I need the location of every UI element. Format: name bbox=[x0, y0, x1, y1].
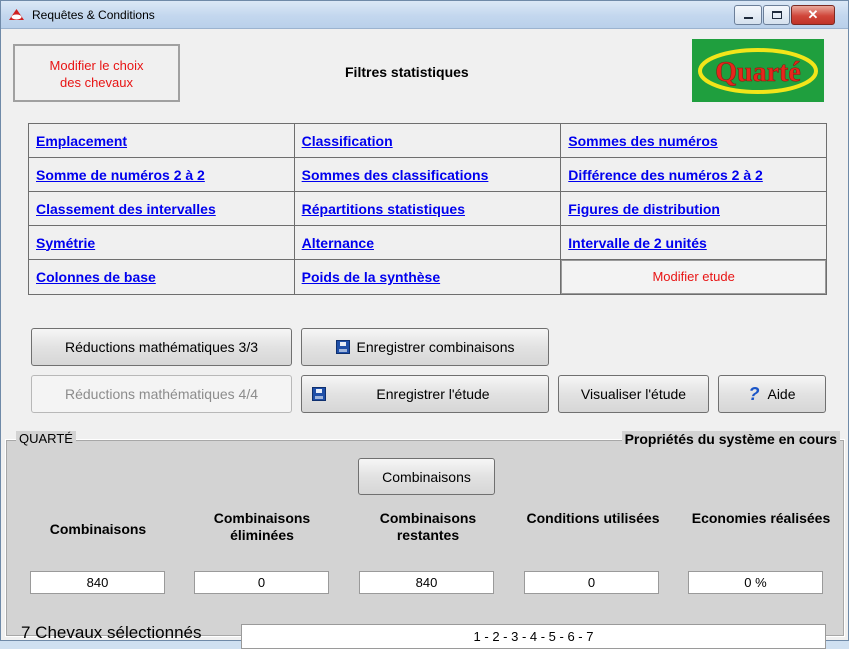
filter-cell: Somme de numéros 2 à 2 bbox=[28, 157, 295, 192]
link-difference-numeros-2-a-2[interactable]: Différence des numéros 2 à 2 bbox=[568, 167, 763, 183]
filter-cell: Différence des numéros 2 à 2 bbox=[560, 157, 827, 192]
stat-label-text: Combinaisons restantes bbox=[379, 510, 477, 543]
link-symetrie[interactable]: Symétrie bbox=[36, 235, 95, 251]
stat-label-text: Conditions utilisées bbox=[526, 510, 660, 526]
close-icon: ✕ bbox=[807, 7, 819, 22]
modifier-chevaux-line-2: des chevaux bbox=[60, 75, 133, 90]
link-sommes-classifications[interactable]: Sommes des classifications bbox=[302, 167, 489, 183]
filter-cell: Intervalle de 2 unités bbox=[560, 225, 827, 260]
link-intervalle-2-unites[interactable]: Intervalle de 2 unités bbox=[568, 235, 707, 251]
aide-label: Aide bbox=[767, 386, 796, 402]
stat-label-combinaisons: Combinaisons bbox=[49, 521, 147, 537]
maximize-button[interactable] bbox=[763, 5, 790, 25]
stat-label-economies: Economies réalisées bbox=[689, 510, 833, 527]
title-bar[interactable]: Requêtes & Conditions ✕ bbox=[1, 1, 848, 29]
window-title: Requêtes & Conditions bbox=[32, 8, 155, 22]
reductions-4-4-button[interactable]: Réductions mathématiques 4/4 bbox=[31, 375, 292, 413]
floppy-disk-icon bbox=[335, 340, 350, 354]
modifier-etude-button[interactable]: Modifier etude bbox=[561, 260, 826, 294]
filter-cell: Sommes des numéros bbox=[560, 123, 827, 158]
economies-value: 0 % bbox=[688, 571, 823, 594]
enregistrer-combinaisons-label: Enregistrer combinaisons bbox=[356, 339, 515, 355]
link-classification[interactable]: Classification bbox=[302, 133, 393, 149]
link-emplacement[interactable]: Emplacement bbox=[36, 133, 127, 149]
filter-cell: Colonnes de base bbox=[28, 259, 295, 295]
link-somme-numeros-2-a-2[interactable]: Somme de numéros 2 à 2 bbox=[36, 167, 205, 183]
chevaux-selectionnes-value: 1 - 2 - 3 - 4 - 5 - 6 - 7 bbox=[241, 624, 826, 649]
link-repartitions-statistiques[interactable]: Répartitions statistiques bbox=[302, 201, 465, 217]
stat-label-restantes: Combinaisons restantes bbox=[358, 510, 498, 544]
filter-row: Emplacement Classification Sommes des nu… bbox=[28, 123, 827, 158]
enregistrer-etude-label: Enregistrer l'étude bbox=[376, 386, 490, 402]
filter-row: Somme de numéros 2 à 2 Sommes des classi… bbox=[28, 157, 827, 192]
enregistrer-etude-button[interactable]: Enregistrer l'étude bbox=[301, 375, 549, 413]
filter-cell: Modifier etude bbox=[560, 259, 827, 295]
group-label-quarte: QUARTÉ bbox=[16, 431, 76, 446]
quarte-logo: Quarté bbox=[692, 39, 824, 102]
minimize-button[interactable] bbox=[734, 5, 762, 25]
filter-cell: Sommes des classifications bbox=[293, 157, 562, 192]
close-button[interactable]: ✕ bbox=[791, 5, 835, 25]
aide-button[interactable]: ? Aide bbox=[718, 375, 826, 413]
filter-cell: Symétrie bbox=[28, 225, 295, 260]
filter-cell: Classification bbox=[293, 123, 562, 158]
link-colonnes-base[interactable]: Colonnes de base bbox=[36, 269, 156, 285]
maximize-icon bbox=[772, 11, 782, 19]
filter-cell: Classement des intervalles bbox=[28, 191, 295, 226]
filter-row: Symétrie Alternance Intervalle de 2 unit… bbox=[28, 225, 827, 260]
logo-text: Quarté bbox=[715, 57, 801, 88]
link-alternance[interactable]: Alternance bbox=[302, 235, 374, 251]
modifier-chevaux-line-1: Modifier le choix bbox=[49, 58, 144, 73]
filtres-grid: Emplacement Classification Sommes des nu… bbox=[28, 123, 827, 295]
stat-label-text: Combinaisons éliminées bbox=[213, 510, 311, 543]
floppy-disk-icon bbox=[312, 387, 326, 401]
filter-cell: Emplacement bbox=[28, 123, 295, 158]
filter-cell: Figures de distribution bbox=[560, 191, 827, 226]
client-area: Modifier le choix des chevaux Filtres st… bbox=[2, 29, 848, 649]
filtres-statistiques-title: Filtres statistiques bbox=[345, 64, 469, 80]
enregistrer-combinaisons-button[interactable]: Enregistrer combinaisons bbox=[301, 328, 549, 366]
eliminees-value: 0 bbox=[194, 571, 329, 594]
visualiser-etude-button[interactable]: Visualiser l'étude bbox=[558, 375, 709, 413]
link-figures-distribution[interactable]: Figures de distribution bbox=[568, 201, 720, 217]
help-icon: ? bbox=[748, 384, 760, 404]
app-logo-icon bbox=[9, 9, 24, 20]
filter-row: Classement des intervalles Répartitions … bbox=[28, 191, 827, 226]
reductions-3-3-button[interactable]: Réductions mathématiques 3/3 bbox=[31, 328, 292, 366]
combinaisons-button[interactable]: Combinaisons bbox=[358, 458, 495, 495]
link-classement-intervalles[interactable]: Classement des intervalles bbox=[36, 201, 216, 217]
combinaisons-value: 840 bbox=[30, 571, 165, 594]
filter-row: Colonnes de base Poids de la synthèse Mo… bbox=[28, 259, 827, 295]
stat-label-eliminees: Combinaisons éliminées bbox=[192, 510, 332, 544]
filter-cell: Poids de la synthèse bbox=[293, 259, 562, 295]
conditions-value: 0 bbox=[524, 571, 659, 594]
link-poids-synthese[interactable]: Poids de la synthèse bbox=[302, 269, 441, 285]
link-sommes-numeros[interactable]: Sommes des numéros bbox=[568, 133, 717, 149]
stat-label-conditions: Conditions utilisées bbox=[523, 510, 663, 527]
chevaux-selectionnes-label: 7 Chevaux sélectionnés bbox=[21, 623, 202, 642]
modifier-choix-chevaux-button[interactable]: Modifier le choix des chevaux bbox=[13, 44, 180, 102]
filter-cell: Alternance bbox=[293, 225, 562, 260]
restantes-value: 840 bbox=[359, 571, 494, 594]
requetes-conditions-window: Requêtes & Conditions ✕ Modifier le choi… bbox=[0, 0, 849, 649]
stat-label-text: Economies réalisées bbox=[691, 510, 831, 526]
proprietes-systeme-label: Propriétés du système en cours bbox=[621, 431, 840, 447]
minimize-icon bbox=[744, 17, 753, 19]
quarte-groupbox: QUARTÉ Propriétés du système en cours Co… bbox=[5, 431, 845, 649]
filter-cell: Répartitions statistiques bbox=[293, 191, 562, 226]
